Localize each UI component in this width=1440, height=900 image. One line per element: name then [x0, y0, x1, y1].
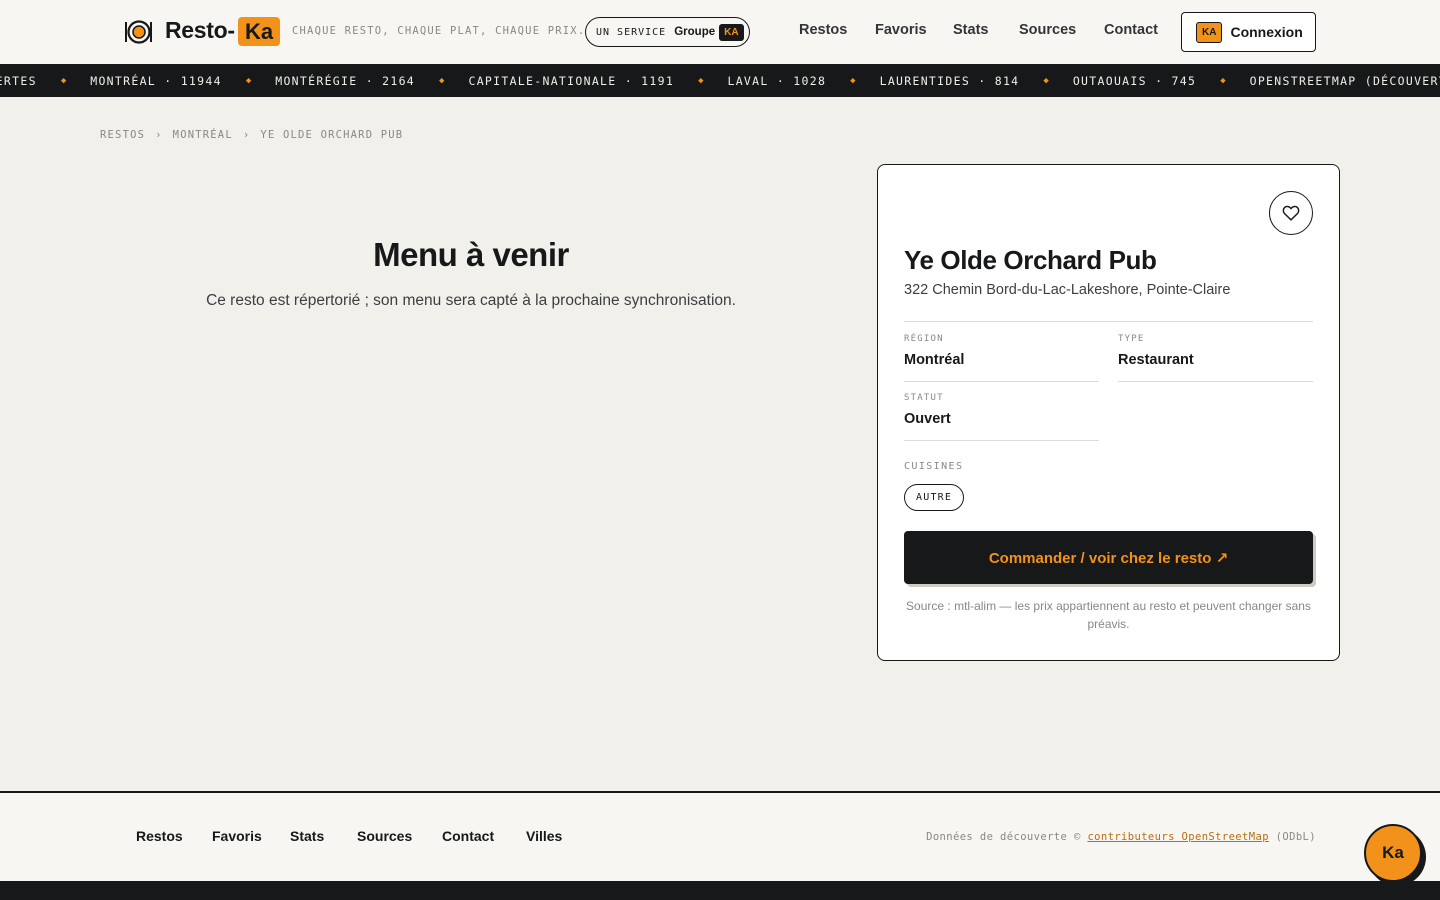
footer-nav-stats[interactable]: Stats — [290, 828, 324, 844]
ticker-item: OPENSTREETMAP (DÉCOUVERTE) · 129 — [1249, 73, 1440, 88]
credit-suffix: (ODbL) — [1275, 831, 1316, 843]
heart-icon — [1282, 205, 1300, 221]
login-label: Connexion — [1230, 24, 1303, 40]
credit-prefix: Données de découverte © — [926, 831, 1081, 843]
diamond-icon: ◆ — [1220, 75, 1226, 86]
ticker-item: LAVAL · 1028 — [727, 73, 827, 88]
logo-badge[interactable]: Ka — [238, 17, 281, 46]
breadcrumb-current: YE OLDE ORCHARD PUB — [260, 129, 404, 141]
restaurant-address: 322 Chemin Bord-du-Lac-Lakeshore, Pointe… — [904, 282, 1231, 298]
tagline: CHAQUE RESTO, CHAQUE PLAT, CHAQUE PRIX. — [292, 25, 586, 37]
ticker-item: OUTAOUAIS · 745 — [1072, 73, 1197, 88]
login-badge: KA — [1196, 21, 1223, 43]
diamond-icon: ◆ — [698, 75, 704, 86]
diamond-icon: ◆ — [850, 75, 856, 86]
service-badge: KA — [719, 23, 744, 41]
nav-stats[interactable]: Stats — [953, 22, 988, 38]
top-header: Resto- Ka CHAQUE RESTO, CHAQUE PLAT, CHA… — [0, 0, 1440, 64]
cuisine-chip[interactable]: AUTRE — [904, 484, 965, 511]
nav-favoris[interactable]: Favoris — [875, 22, 927, 38]
footer: Restos Favoris Stats Sources Contact Vil… — [0, 791, 1440, 881]
ticker-item: CAPITALE-NATIONALE · 1191 — [468, 73, 675, 88]
breadcrumb-montreal[interactable]: MONTRÉAL — [173, 129, 233, 141]
type-field: TYPE Restaurant — [1118, 322, 1313, 382]
osm-contributors-link[interactable]: contributeurs OpenStreetMap — [1087, 831, 1268, 843]
region-value: Montréal — [904, 352, 965, 368]
footer-nav-sources[interactable]: Sources — [357, 828, 412, 844]
restaurant-name: Ye Olde Orchard Pub — [904, 245, 1157, 275]
ticker-item: LAURENTIDES · 814 — [879, 73, 1020, 88]
type-label: TYPE — [1118, 334, 1145, 344]
region-ticker: RÉGIONS COUVERTES ◆ MONTRÉAL · 11944 ◆ M… — [0, 64, 1440, 97]
logo-text[interactable]: Resto- — [165, 17, 235, 44]
diamond-icon: ◆ — [245, 75, 252, 86]
diamond-icon: ◆ — [60, 75, 67, 86]
floating-ka-button[interactable]: Ka — [1364, 824, 1422, 882]
footer-nav-restos[interactable]: Restos — [136, 828, 183, 844]
footer-credit: Données de découverte © contributeurs Op… — [926, 831, 1316, 843]
groupe-ka-service-pill[interactable]: UN SERVICE Groupe KA — [585, 17, 750, 47]
cuisines-label: CUISINES — [904, 461, 964, 472]
service-group: Groupe — [674, 26, 716, 38]
status-field: STATUT Ouvert — [904, 381, 1099, 441]
region-field: RÉGION Montréal — [904, 322, 1099, 382]
diamond-icon: ◆ — [1043, 75, 1049, 86]
source-note: Source : mtl-alim — les prix appartienne… — [906, 599, 1311, 631]
bottom-bar — [0, 881, 1440, 900]
menu-empty-title: Menu à venir — [373, 236, 569, 273]
breadcrumb-separator: › — [155, 129, 163, 141]
nav-sources[interactable]: Sources — [1019, 22, 1076, 38]
footer-nav-villes[interactable]: Villes — [526, 828, 562, 844]
nav-contact[interactable]: Contact — [1104, 22, 1158, 38]
footer-nav-contact[interactable]: Contact — [442, 828, 494, 844]
type-value: Restaurant — [1118, 352, 1194, 368]
ticker-item: RÉGIONS COUVERTES — [0, 73, 37, 88]
status-label: STATUT — [904, 393, 944, 403]
order-button[interactable]: Commander / voir chez le resto ↗ — [904, 531, 1313, 584]
status-value: Ouvert — [904, 411, 951, 427]
favorite-button[interactable] — [1269, 191, 1313, 235]
ticker-track: RÉGIONS COUVERTES ◆ MONTRÉAL · 11944 ◆ M… — [0, 64, 1440, 97]
plate-cutlery-icon — [125, 20, 152, 44]
region-label: RÉGION — [904, 334, 944, 344]
breadcrumb-restos[interactable]: RESTOS — [100, 129, 145, 141]
ticker-item: MONTÉRÉGIE · 2164 — [275, 73, 416, 88]
footer-nav-favoris[interactable]: Favoris — [212, 828, 262, 844]
ticker-item: MONTRÉAL · 11944 — [90, 73, 222, 88]
service-prefix: UN SERVICE — [596, 26, 667, 38]
breadcrumb-separator: › — [242, 129, 251, 141]
restaurant-card: Ye Olde Orchard Pub 322 Chemin Bord-du-L… — [877, 164, 1340, 661]
menu-empty-subtitle: Ce resto est répertorié ; son menu sera … — [206, 292, 736, 309]
nav-restos[interactable]: Restos — [799, 22, 847, 38]
diamond-icon: ◆ — [439, 75, 445, 86]
breadcrumb: RESTOS › MONTRÉAL › YE OLDE ORCHARD PUB — [100, 129, 403, 141]
login-button[interactable]: KA Connexion — [1181, 12, 1316, 52]
